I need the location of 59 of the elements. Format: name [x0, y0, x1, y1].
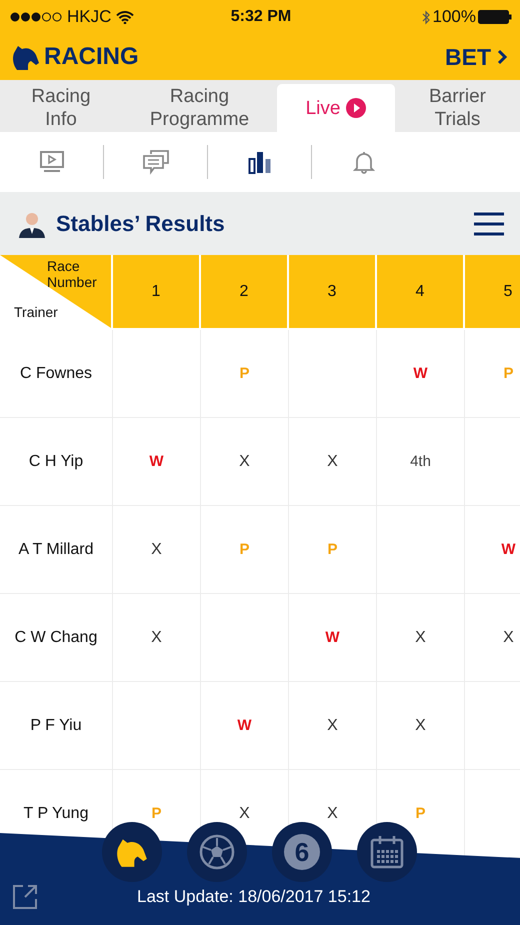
status-time: 5:32 PM	[230, 8, 292, 26]
race-number-label: Race Number	[47, 258, 98, 290]
result-cell: P	[465, 330, 520, 418]
result-cell: P	[289, 506, 377, 594]
trainer-cell: P F Yiu	[0, 682, 113, 770]
signal-icon	[10, 12, 62, 22]
calendar-icon	[370, 835, 404, 869]
result-cell: 4th	[377, 418, 465, 506]
result-cell: X	[465, 594, 520, 682]
trainer-cell: A T Millard	[0, 506, 113, 594]
trainer-cell: C H Yip	[0, 418, 113, 506]
result-cell: P	[201, 506, 289, 594]
result-cell: W	[289, 594, 377, 682]
mark-six-button[interactable]: 6	[272, 822, 332, 882]
column-header: 2	[201, 255, 289, 330]
result-cell: W	[465, 506, 520, 594]
result-cell: X	[289, 418, 377, 506]
result-cell: W	[201, 682, 289, 770]
ball-number: 6	[284, 834, 320, 870]
tab[interactable]: Racing Info	[0, 84, 122, 132]
result-cell: X	[113, 594, 201, 682]
trainer-cell: C Fownes	[0, 330, 113, 418]
column-header: 3	[289, 255, 377, 330]
tab[interactable]: Barrier Trials	[395, 84, 520, 132]
horse-head-icon	[12, 44, 40, 70]
column-header: 4	[377, 255, 465, 330]
trainer-cell: C W Chang	[0, 594, 113, 682]
play-icon	[346, 98, 366, 118]
wifi-icon	[116, 10, 134, 24]
column-header: 1	[113, 255, 201, 330]
last-update-text: Last Update: 18/06/2017 15:12	[137, 887, 370, 907]
horse-head-icon	[116, 837, 148, 867]
external-link-icon[interactable]	[12, 884, 38, 910]
result-cell: X	[289, 682, 377, 770]
trainer-label: Trainer	[14, 304, 58, 320]
app-title: RACING	[44, 43, 139, 71]
video-icon	[38, 150, 64, 174]
result-cell: X	[377, 594, 465, 682]
menu-button[interactable]	[474, 212, 504, 236]
chat-icon	[142, 149, 170, 175]
tab[interactable]: Live	[277, 84, 395, 132]
tab[interactable]: Racing Programme	[122, 84, 277, 132]
battery-icon	[478, 10, 512, 24]
result-cell: X	[113, 506, 201, 594]
result-cell: W	[113, 418, 201, 506]
result-cell: W	[377, 330, 465, 418]
bluetooth-icon	[422, 10, 431, 24]
bar-chart-icon	[248, 150, 272, 174]
result-cell: X	[201, 418, 289, 506]
section-title: Stables’ Results	[56, 210, 225, 236]
chevron-icon	[497, 49, 508, 65]
battery-percent: 100%	[432, 7, 476, 27]
bell-icon	[352, 150, 374, 174]
menu-icon	[474, 212, 504, 236]
carrier-name: HKJC	[67, 7, 112, 27]
bet-button[interactable]: BET	[445, 44, 508, 70]
column-header: 5	[465, 255, 520, 330]
result-cell: P	[201, 330, 289, 418]
result-cell: X	[377, 682, 465, 770]
